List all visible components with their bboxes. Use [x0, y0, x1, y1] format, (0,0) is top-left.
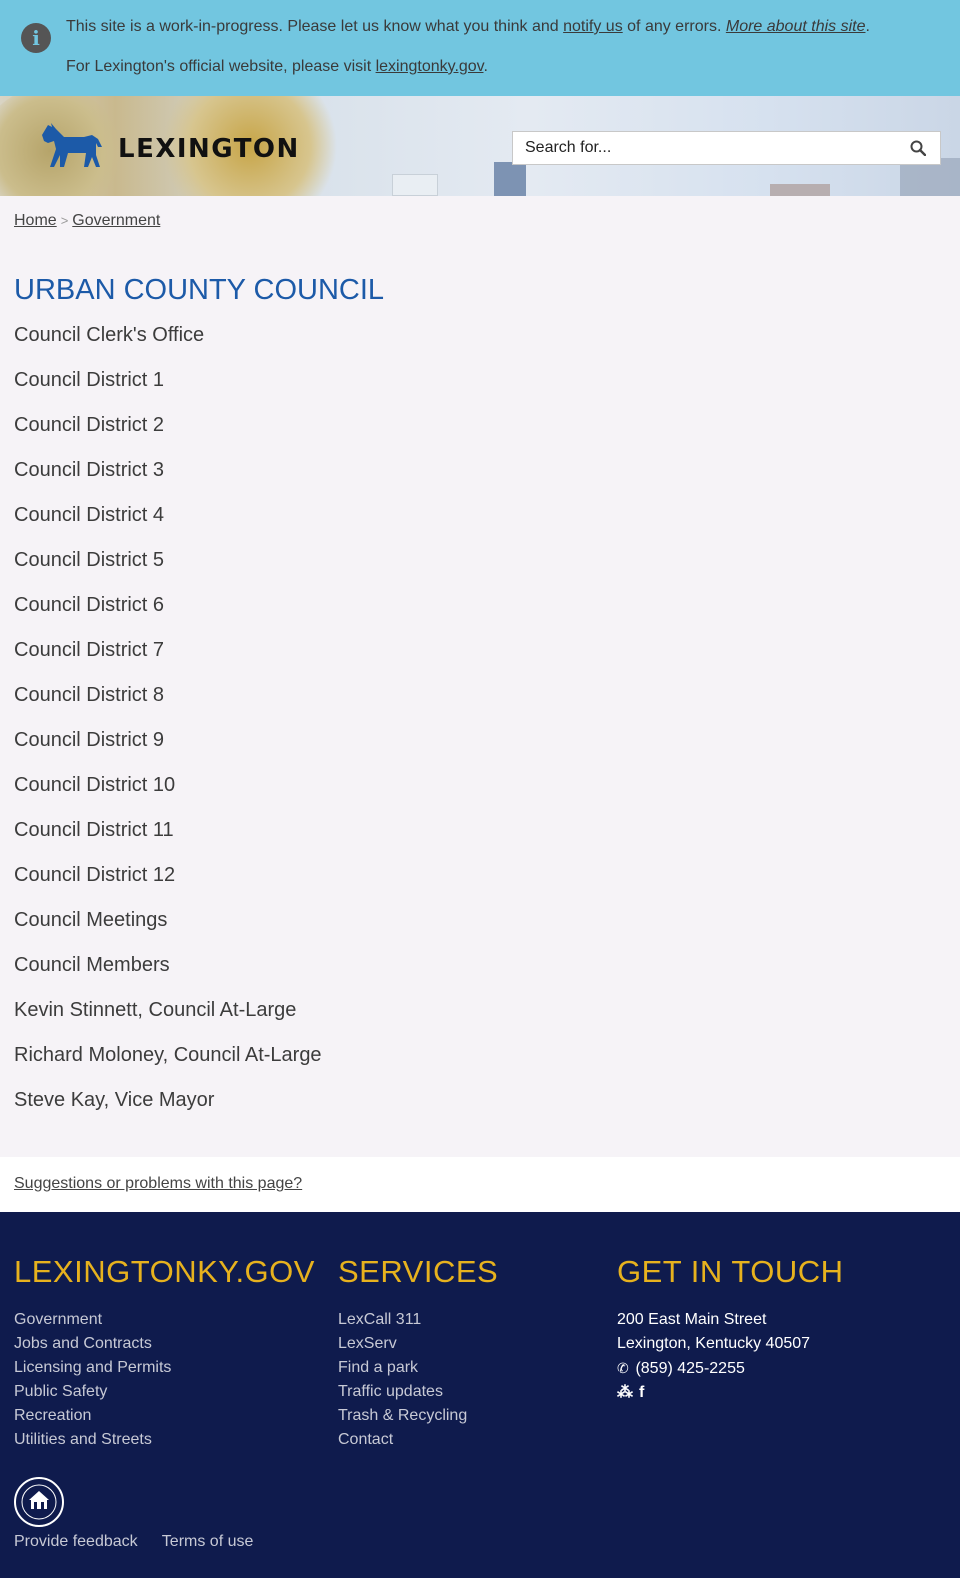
footer-list-services: LexCall 311 LexServ Find a park Traffic …: [338, 1308, 467, 1452]
breadcrumb-home-link[interactable]: Home: [14, 212, 57, 229]
banner-building: [770, 184, 830, 196]
footer-contact: 200 East Main Street Lexington, Kentucky…: [617, 1308, 810, 1405]
notice-text: of any errors.: [622, 18, 726, 35]
footer-bottom-links: Provide feedback Terms of use: [14, 1533, 273, 1551]
phone-row: ✆ (859) 425-2255: [617, 1356, 810, 1381]
breadcrumb: Home > Government: [14, 212, 160, 230]
notice-bar: i This site is a work-in-progress. Pleas…: [0, 0, 960, 96]
council-link-meetings[interactable]: Council Meetings: [14, 907, 322, 952]
council-link-district-4[interactable]: Council District 4: [14, 502, 322, 547]
council-link-moloney[interactable]: Richard Moloney, Council At-Large: [14, 1042, 322, 1087]
footer-link[interactable]: Recreation: [14, 1404, 171, 1428]
city-seal-icon: [14, 1477, 64, 1527]
address-line-2: Lexington, Kentucky 40507: [617, 1335, 811, 1352]
search-input[interactable]: [513, 132, 898, 164]
footer-link[interactable]: Licensing and Permits: [14, 1356, 171, 1380]
notice-text: For Lexington's official website, please…: [66, 58, 376, 75]
notice-text: .: [865, 18, 870, 35]
footer-link[interactable]: Public Safety: [14, 1380, 171, 1404]
terms-of-use-link[interactable]: Terms of use: [162, 1533, 254, 1550]
notice-text: This site is a work-in-progress. Please …: [66, 18, 564, 35]
council-link-district-6[interactable]: Council District 6: [14, 592, 322, 637]
suggestions-link[interactable]: Suggestions or problems with this page?: [14, 1175, 302, 1193]
notice-line-2: For Lexington's official website, please…: [66, 58, 488, 76]
search-box: [512, 131, 941, 165]
footer-list-lexingtonky: Government Jobs and Contracts Licensing …: [14, 1308, 171, 1452]
footer-heading-services: SERVICES: [338, 1254, 499, 1289]
council-link-district-11[interactable]: Council District 11: [14, 817, 322, 862]
council-list: Council Clerk's Office Council District …: [14, 322, 322, 1132]
suggestions-bar: Suggestions or problems with this page?: [0, 1157, 960, 1212]
council-link-district-5[interactable]: Council District 5: [14, 547, 322, 592]
council-link-district-10[interactable]: Council District 10: [14, 772, 322, 817]
footer-link[interactable]: Government: [14, 1308, 171, 1332]
footer-link[interactable]: Trash & Recycling: [338, 1404, 467, 1428]
council-link-district-8[interactable]: Council District 8: [14, 682, 322, 727]
horse-logo-icon[interactable]: [38, 121, 104, 171]
council-link-district-9[interactable]: Council District 9: [14, 727, 322, 772]
council-link-district-12[interactable]: Council District 12: [14, 862, 322, 907]
phone-number[interactable]: (859) 425-2255: [635, 1360, 744, 1377]
council-link-clerk[interactable]: Council Clerk's Office: [14, 322, 322, 367]
facebook-icon[interactable]: f: [639, 1381, 644, 1405]
search-icon[interactable]: [910, 140, 926, 156]
council-link-stinnett[interactable]: Kevin Stinnett, Council At-Large: [14, 997, 322, 1042]
notice-line-1: This site is a work-in-progress. Please …: [66, 18, 870, 36]
address-line-1: 200 East Main Street: [617, 1311, 767, 1328]
chevron-right-icon: >: [60, 213, 69, 228]
council-link-district-7[interactable]: Council District 7: [14, 637, 322, 682]
more-about-link[interactable]: More about this site: [726, 18, 866, 35]
footer-link[interactable]: LexServ: [338, 1332, 467, 1356]
footer-link[interactable]: LexCall 311: [338, 1308, 467, 1332]
notice-text: .: [483, 58, 488, 75]
council-link-kay[interactable]: Steve Kay, Vice Mayor: [14, 1087, 322, 1132]
footer-link[interactable]: Jobs and Contracts: [14, 1332, 171, 1356]
info-icon: i: [21, 23, 51, 53]
notify-us-link[interactable]: notify us: [563, 18, 623, 35]
footer-link[interactable]: Utilities and Streets: [14, 1428, 171, 1452]
footer-link[interactable]: Find a park: [338, 1356, 467, 1380]
council-link-members[interactable]: Council Members: [14, 952, 322, 997]
council-link-district-2[interactable]: Council District 2: [14, 412, 322, 457]
provide-feedback-link[interactable]: Provide feedback: [14, 1533, 138, 1550]
breadcrumb-government-link[interactable]: Government: [72, 212, 160, 229]
council-link-district-3[interactable]: Council District 3: [14, 457, 322, 502]
social-row: ⁂ f: [617, 1381, 810, 1405]
footer-link[interactable]: Contact: [338, 1428, 467, 1452]
footer: LEXINGTONKY.GOV Government Jobs and Cont…: [0, 1212, 960, 1578]
banner-building: [392, 174, 438, 196]
logo-text: LEXINGTON: [118, 134, 300, 164]
phone-icon: ✆: [617, 1360, 629, 1376]
footer-heading-lexingtonky: LEXINGTONKY.GOV: [14, 1254, 315, 1289]
twitter-icon[interactable]: ⁂: [617, 1381, 633, 1405]
council-link-district-1[interactable]: Council District 1: [14, 367, 322, 412]
official-site-link[interactable]: lexingtonky.gov: [376, 58, 484, 75]
footer-link[interactable]: Traffic updates: [338, 1380, 467, 1404]
page-title: URBAN COUNTY COUNCIL: [14, 274, 385, 306]
footer-heading-contact: GET IN TOUCH: [617, 1254, 844, 1289]
banner-building: [494, 162, 526, 196]
